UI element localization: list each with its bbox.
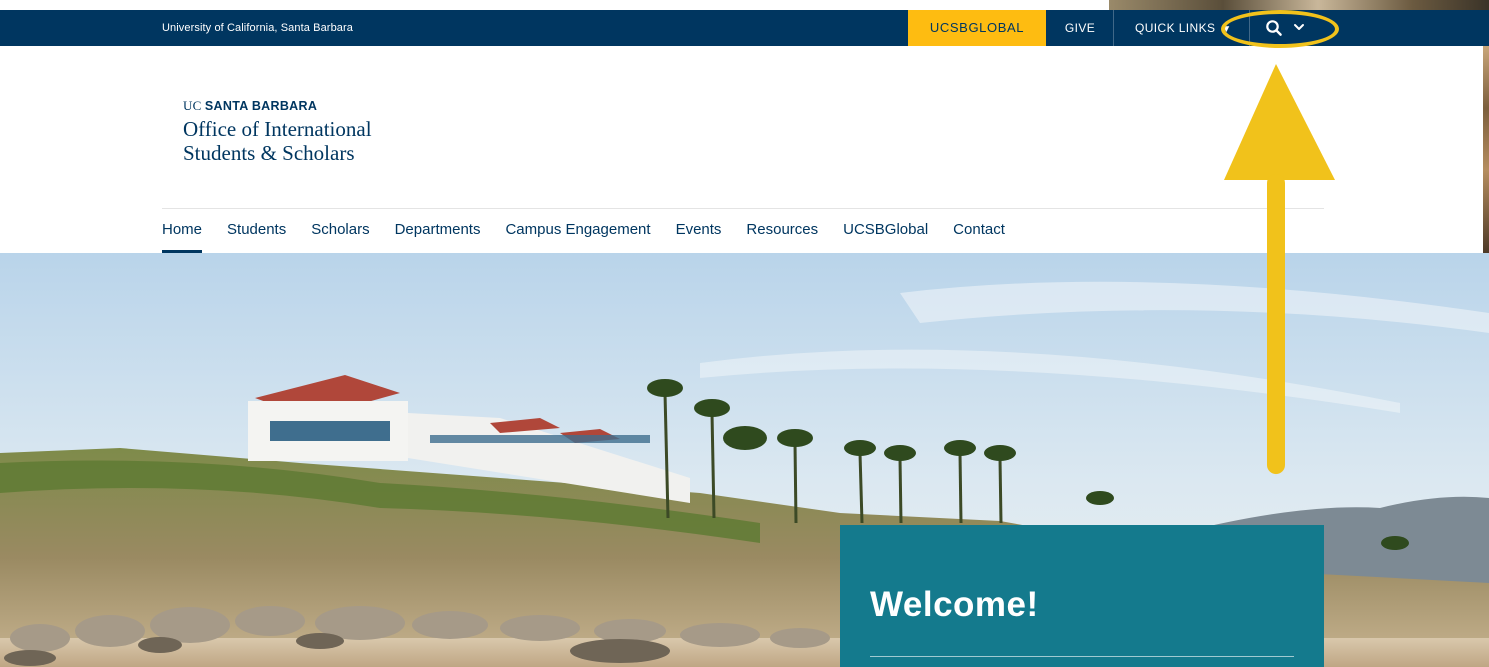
background-photo-edge [1109, 0, 1489, 10]
quick-links-label: QUICK LINKS [1135, 21, 1216, 35]
highlight-ellipse [1221, 10, 1339, 48]
nav-item-events[interactable]: Events [676, 209, 722, 253]
give-link[interactable]: GIVE [1047, 10, 1114, 46]
logo-campus: SANTA BARBARA [204, 99, 318, 113]
institution-link[interactable]: University of California, Santa Barbara [162, 10, 353, 46]
main-nav: Home Students Scholars Departments Campu… [162, 209, 1030, 253]
nav-item-contact[interactable]: Contact [953, 209, 1005, 253]
nav-item-home[interactable]: Home [162, 209, 203, 253]
logo-office-name: Office of International Students & Schol… [183, 117, 372, 165]
nav-item-campus-engagement[interactable]: Campus Engagement [505, 209, 650, 253]
ucsbglobal-button[interactable]: UCSBGLOBAL [908, 10, 1046, 46]
background-photo-edge [1483, 46, 1489, 253]
welcome-card: Welcome! [840, 525, 1324, 667]
office-name-line1: Office of International [183, 117, 372, 141]
nav-item-scholars[interactable]: Scholars [311, 209, 369, 253]
nav-item-resources[interactable]: Resources [746, 209, 818, 253]
welcome-title: Welcome! [870, 585, 1039, 624]
logo-uc-line: UC SANTA BARBARA [183, 98, 372, 114]
nav-item-students[interactable]: Students [227, 209, 286, 253]
welcome-divider [870, 656, 1294, 657]
nav-item-ucsbglobal[interactable]: UCSBGlobal [843, 209, 928, 253]
annotation-arrow [1224, 64, 1335, 478]
top-strip [0, 0, 1489, 10]
page: University of California, Santa Barbara … [0, 0, 1489, 667]
nav-item-departments[interactable]: Departments [395, 209, 481, 253]
site-logo[interactable]: UC SANTA BARBARA Office of International… [183, 98, 372, 165]
logo-uc-prefix: UC [183, 98, 202, 113]
office-name-line2: Students & Scholars [183, 141, 355, 165]
